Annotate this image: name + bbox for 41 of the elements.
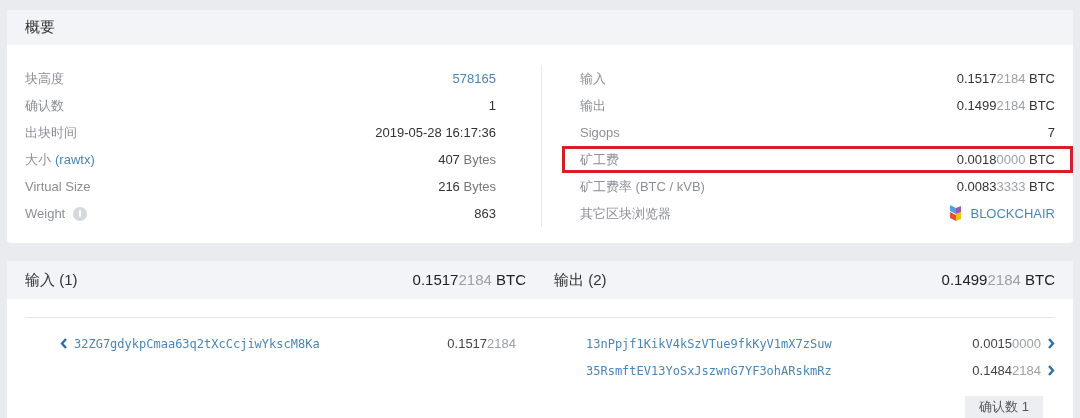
cube-logo-icon bbox=[948, 203, 963, 224]
field-label: 出块时间 bbox=[25, 123, 77, 142]
field-value: 0.15172184 BTC bbox=[956, 69, 1055, 88]
card-title: 概要 bbox=[25, 17, 55, 38]
field-value: 0.14992184 BTC bbox=[956, 96, 1055, 115]
section-total: 0.15172184 BTC bbox=[412, 269, 526, 290]
block-height-link[interactable]: 578165 bbox=[452, 68, 496, 89]
section-total: 0.14992184 BTC bbox=[941, 269, 1055, 290]
field-label: Sigops bbox=[580, 123, 620, 142]
field-label: 输入 bbox=[580, 69, 606, 88]
section-title: 输出 (2) bbox=[554, 269, 607, 290]
field-label: 矿工费 bbox=[580, 150, 619, 169]
explorer-link[interactable]: BLOCKCHAIR bbox=[970, 203, 1055, 224]
chevron-left-icon[interactable] bbox=[60, 338, 68, 349]
address-link[interactable]: 13nPpjf1KikV4kSzVTue9fkKyV1mX7zSuw bbox=[586, 334, 832, 353]
field-label: 大小 bbox=[25, 150, 51, 169]
chevron-right-icon[interactable] bbox=[1047, 365, 1055, 376]
field-label: 确认数 bbox=[25, 96, 64, 115]
field-value: 216 Bytes bbox=[438, 177, 496, 196]
field-value: 2019-05-28 16:17:36 bbox=[375, 123, 496, 142]
section-title: 输入 (1) bbox=[25, 269, 78, 290]
field-label: 其它区块浏览器 bbox=[580, 204, 671, 223]
field-value: 1 bbox=[488, 96, 496, 115]
field-value: 0.00180000 BTC bbox=[956, 150, 1055, 169]
field-value: 7 bbox=[1047, 123, 1055, 142]
rawtx-link[interactable]: (rawtx) bbox=[55, 149, 95, 170]
amount-value: 0.14842184 bbox=[972, 361, 1041, 380]
amount-value: 0.00150000 bbox=[972, 334, 1041, 353]
chevron-right-icon[interactable] bbox=[1047, 338, 1055, 349]
field-value: 407 Bytes bbox=[438, 150, 496, 169]
confirmations-badge: 确认数 1 bbox=[965, 396, 1043, 418]
address-link[interactable]: 32ZG7gdykpCmaa63q2tXcCcjiwYkscM8Ka bbox=[74, 334, 320, 353]
address-link[interactable]: 35RsmftEV13YoSxJszwnG7YF3ohARskmRz bbox=[586, 361, 832, 380]
field-value: 863 bbox=[474, 204, 496, 223]
field-label: 块高度 bbox=[25, 69, 64, 88]
field-label: 输出 bbox=[580, 96, 606, 115]
field-label: Weight bbox=[25, 204, 66, 223]
amount-value: 0.15172184 bbox=[447, 334, 516, 353]
field-label: Virtual Size bbox=[25, 177, 91, 196]
field-label: 矿工费率 (BTC / kVB) bbox=[580, 177, 705, 196]
field-value: 0.00833333 BTC bbox=[956, 177, 1055, 196]
